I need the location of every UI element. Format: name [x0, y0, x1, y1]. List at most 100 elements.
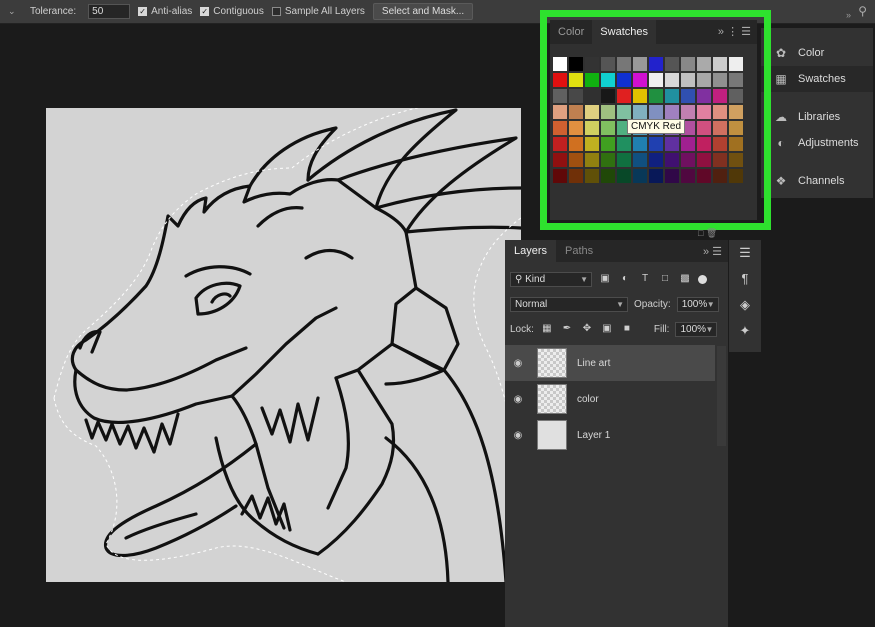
swatch[interactable]	[553, 57, 567, 71]
swatch[interactable]	[649, 89, 663, 103]
swatch[interactable]	[697, 105, 711, 119]
swatch[interactable]	[633, 153, 647, 167]
swatch[interactable]	[649, 57, 663, 71]
swatch[interactable]	[553, 121, 567, 135]
lock-position-icon[interactable]: ✥	[580, 323, 594, 336]
sample-all-layers-checkbox[interactable]: Sample All Layers	[271, 6, 365, 17]
swatch[interactable]	[649, 169, 663, 183]
layers-panel-menu-icon[interactable]: » ☰	[703, 245, 722, 258]
smart-object-filter-icon[interactable]: ▩	[678, 273, 692, 286]
swatch[interactable]	[569, 169, 583, 183]
swatch[interactable]	[585, 57, 599, 71]
swatch[interactable]	[681, 89, 695, 103]
swatch[interactable]	[665, 153, 679, 167]
swatch[interactable]	[729, 57, 743, 71]
visibility-eye-icon[interactable]: ◉	[505, 430, 531, 441]
swatch[interactable]	[681, 153, 695, 167]
dock-item-color[interactable]: ✿ Color	[761, 40, 873, 66]
swatch[interactable]	[617, 105, 631, 119]
swatch[interactable]	[633, 105, 647, 119]
swatch[interactable]	[585, 105, 599, 119]
swatch[interactable]	[729, 121, 743, 135]
filter-toggle[interactable]	[698, 275, 707, 284]
swatch[interactable]	[665, 57, 679, 71]
swatch[interactable]	[569, 89, 583, 103]
swatch[interactable]	[585, 153, 599, 167]
swatch[interactable]	[601, 153, 615, 167]
swatch[interactable]	[729, 105, 743, 119]
swatch[interactable]	[681, 105, 695, 119]
layers-scrollbar[interactable]	[717, 346, 726, 446]
swatch[interactable]	[633, 169, 647, 183]
swatch[interactable]	[713, 73, 727, 87]
swatch[interactable]	[601, 73, 615, 87]
kind-filter-select[interactable]: ⚲ Kind ▼	[510, 272, 592, 287]
swatch[interactable]	[713, 137, 727, 151]
swatch[interactable]	[553, 137, 567, 151]
swatch[interactable]	[649, 105, 663, 119]
swatch[interactable]	[713, 153, 727, 167]
collapse-panels-icon[interactable]: »	[846, 10, 851, 20]
swatch[interactable]	[617, 73, 631, 87]
tab-layers[interactable]: Layers	[505, 240, 557, 262]
swatch[interactable]	[617, 57, 631, 71]
lock-artboard-icon[interactable]: ▣	[600, 323, 614, 336]
panel-menu-icon[interactable]: » ⋮ ☰	[718, 25, 751, 38]
swatch[interactable]	[713, 121, 727, 135]
document-canvas[interactable]	[46, 108, 521, 582]
swatch[interactable]	[617, 153, 631, 167]
swatch[interactable]	[585, 169, 599, 183]
opacity-input[interactable]: 100% ▼	[676, 297, 719, 312]
swatch[interactable]	[569, 57, 583, 71]
blend-mode-select[interactable]: Normal ▼	[510, 297, 628, 312]
swatch[interactable]	[585, 89, 599, 103]
swatch[interactable]	[585, 137, 599, 151]
search-icon[interactable]: ⚲	[858, 4, 867, 18]
swatch[interactable]	[585, 121, 599, 135]
swatch[interactable]	[729, 73, 743, 87]
swatch[interactable]	[697, 73, 711, 87]
swatch[interactable]	[665, 73, 679, 87]
tool-preset-dropdown[interactable]: ⌄	[8, 6, 22, 17]
pixel-filter-icon[interactable]: ▣	[598, 273, 612, 286]
swatch[interactable]	[633, 137, 647, 151]
swatch[interactable]	[665, 169, 679, 183]
swatch[interactable]	[713, 57, 727, 71]
swatch[interactable]	[617, 137, 631, 151]
swatch[interactable]	[697, 169, 711, 183]
swatch[interactable]	[697, 57, 711, 71]
tab-swatches[interactable]: Swatches	[592, 20, 656, 44]
swatch[interactable]	[729, 137, 743, 151]
swatch[interactable]	[617, 169, 631, 183]
paths-icon[interactable]: ✦	[729, 318, 761, 344]
tolerance-input[interactable]: 50	[88, 4, 131, 19]
swatch[interactable]	[665, 137, 679, 151]
contiguous-checkbox[interactable]: ✓ Contiguous	[200, 6, 264, 17]
swatch[interactable]	[601, 121, 615, 135]
swatch[interactable]	[601, 137, 615, 151]
layer-row-color[interactable]: ◉ color	[505, 381, 715, 417]
swatch-footer-icons[interactable]: □ 🗑	[698, 228, 717, 239]
swatch[interactable]	[569, 105, 583, 119]
swatch[interactable]	[681, 169, 695, 183]
tab-paths[interactable]: Paths	[556, 240, 602, 262]
tab-color[interactable]: Color	[550, 20, 592, 44]
swatch[interactable]	[713, 169, 727, 183]
visibility-eye-icon[interactable]: ◉	[505, 394, 531, 405]
swatch[interactable]	[697, 153, 711, 167]
swatch[interactable]	[633, 89, 647, 103]
dock-item-swatches[interactable]: ▦ Swatches	[761, 66, 873, 92]
swatch[interactable]	[601, 105, 615, 119]
swatch[interactable]	[649, 73, 663, 87]
layer-row-line-art[interactable]: ◉ Line art	[505, 345, 715, 381]
fill-input[interactable]: 100% ▼	[675, 322, 718, 337]
lock-transparency-icon[interactable]: ▦	[540, 323, 554, 336]
swatch[interactable]	[697, 89, 711, 103]
swatch[interactable]	[553, 73, 567, 87]
dock-item-libraries[interactable]: ☁ Libraries	[761, 104, 873, 130]
visibility-eye-icon[interactable]: ◉	[505, 358, 531, 369]
swatch[interactable]	[585, 73, 599, 87]
swatch[interactable]	[713, 89, 727, 103]
swatch[interactable]	[697, 137, 711, 151]
swatch[interactable]	[713, 105, 727, 119]
